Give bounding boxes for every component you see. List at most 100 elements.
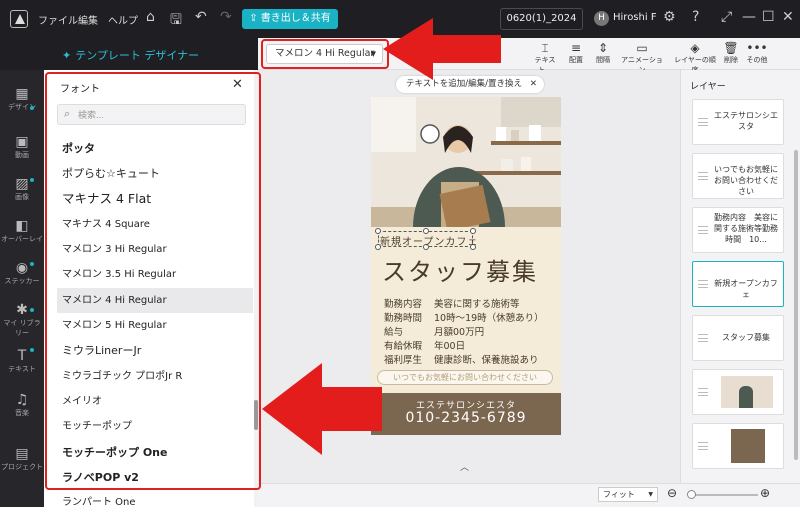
- layer-item[interactable]: [692, 423, 784, 469]
- info-key[interactable]: 給与: [384, 324, 403, 338]
- layer-label: 勤務内容 美容に関する施術等勤務時間 10...: [714, 213, 778, 244]
- rail-item-overlay[interactable]: ◧ オーバーレイ: [0, 218, 44, 244]
- hint-text: テキストを追加/編集/置き換え: [406, 79, 522, 89]
- spacing-icon: ⇕: [597, 41, 609, 55]
- layer-item[interactable]: いつでもお気軽にお問い合わせください: [692, 153, 784, 199]
- annotation-box-font-panel: [45, 72, 261, 490]
- info-key[interactable]: 福利厚生: [384, 352, 422, 366]
- new-dot-badge: [30, 178, 34, 182]
- info-key[interactable]: 勤務時間: [384, 310, 422, 324]
- contact-pill[interactable]: いつでもお気軽にお問い合わせください: [377, 370, 553, 385]
- thumbnail-figure: [739, 386, 753, 408]
- tool-label: その他: [746, 56, 768, 64]
- settings-gear-icon[interactable]: ⚙: [663, 9, 676, 25]
- zoom-dropdown[interactable]: フィット ▼: [598, 487, 658, 502]
- layer-item[interactable]: スタッフ募集: [692, 315, 784, 361]
- tool-more[interactable]: ••• その他: [740, 41, 774, 65]
- new-dot-badge: [30, 106, 34, 110]
- layer-item[interactable]: 勤務内容 美容に関する施術等勤務時間 10...: [692, 207, 784, 253]
- drag-handle-icon[interactable]: [698, 280, 708, 288]
- poster-banner-text[interactable]: 新規オープンカフェ: [380, 233, 478, 248]
- left-rail: ▦ デザイン ▣ 動画 ▨ 画像 ◧ オーバーレイ ◉ ステッカー ✱ マイ リブラリー T…: [0, 70, 44, 507]
- phone-number[interactable]: 010-2345-6789: [371, 410, 561, 426]
- zoom-slider[interactable]: [690, 494, 758, 496]
- info-value[interactable]: 美容に関する施術等: [434, 296, 520, 310]
- drag-handle-icon[interactable]: [698, 442, 708, 450]
- project-title[interactable]: 0620(1)_2024: [500, 8, 583, 30]
- rail-label: ステッカー: [4, 277, 40, 285]
- info-value[interactable]: 年00日: [434, 338, 465, 352]
- layer-item-selected[interactable]: 新規オープンカフェ: [692, 261, 784, 307]
- zoom-slider-knob[interactable]: [687, 490, 696, 499]
- collapse-timeline-icon[interactable]: ︿: [460, 460, 469, 473]
- fullscreen-icon[interactable]: ⤢: [721, 9, 732, 25]
- username[interactable]: Hiroshi F: [613, 12, 657, 23]
- rail-item-text[interactable]: T テキスト: [0, 348, 44, 374]
- help-icon[interactable]: ?: [692, 9, 699, 25]
- tool-label: 削除: [724, 56, 738, 64]
- rail-item-library[interactable]: ✱ マイ リブラリー: [0, 302, 44, 338]
- tool-spacing[interactable]: ⇕ 間隔: [586, 41, 620, 65]
- zoom-value: フィット: [603, 490, 635, 499]
- drag-handle-icon[interactable]: [698, 172, 708, 180]
- layers-scrollbar[interactable]: [794, 150, 798, 460]
- maximize-icon[interactable]: ☐: [762, 9, 775, 25]
- poster-photo[interactable]: [371, 97, 561, 227]
- home-icon[interactable]: ⌂: [146, 9, 155, 25]
- menu-file[interactable]: ファイル: [38, 12, 78, 27]
- rail-item-project[interactable]: ▤ プロジェクト: [0, 446, 44, 472]
- overlay-icon: ◧: [15, 218, 29, 234]
- drag-handle-icon[interactable]: [698, 334, 708, 342]
- close-hint-icon[interactable]: ✕: [530, 76, 537, 93]
- save-icon[interactable]: 🖫: [170, 9, 182, 33]
- animation-icon: ▭: [636, 41, 648, 55]
- layer-thumbnail-shape: [731, 429, 765, 463]
- tool-label: 間隔: [596, 56, 610, 64]
- undo-icon[interactable]: ↶: [195, 9, 207, 25]
- drag-handle-icon[interactable]: [698, 388, 708, 396]
- close-window-icon[interactable]: ✕: [782, 9, 794, 25]
- rail-item-image[interactable]: ▨ 画像: [0, 176, 44, 202]
- zoom-in-icon[interactable]: ⊕: [760, 486, 770, 500]
- drag-handle-icon[interactable]: [698, 118, 708, 126]
- text-box-icon: ⌶: [541, 41, 549, 55]
- rail-label: 動画: [15, 151, 29, 159]
- drag-handle-icon[interactable]: [698, 226, 708, 234]
- rail-item-music[interactable]: ♫ 音楽: [0, 392, 44, 418]
- info-value[interactable]: 健康診断、保養施設あり: [434, 352, 539, 366]
- rail-item-video[interactable]: ▣ 動画: [0, 134, 44, 160]
- info-value[interactable]: 月額00万円: [434, 324, 484, 338]
- video-icon: ▣: [15, 134, 29, 150]
- rail-label: テキスト: [8, 365, 36, 373]
- info-value[interactable]: 10時～19時（休憩あり）: [434, 310, 544, 324]
- rail-item-design[interactable]: ▦ デザイン: [0, 86, 44, 112]
- info-key[interactable]: 勤務内容: [384, 296, 422, 310]
- poster-title[interactable]: スタッフ募集: [382, 252, 538, 287]
- redo-icon[interactable]: ↷: [220, 9, 232, 25]
- chevron-down-icon: ▼: [648, 491, 653, 498]
- layer-label: エステサロンシエスタ: [714, 111, 778, 131]
- layer-item[interactable]: [692, 369, 784, 415]
- library-icon: ✱: [16, 302, 28, 318]
- rail-item-sticker[interactable]: ◉ ステッカー: [0, 260, 44, 286]
- layer-label: スタッフ募集: [722, 333, 770, 342]
- layer-item[interactable]: エステサロンシエスタ: [692, 99, 784, 145]
- rail-label: オーバーレイ: [1, 235, 43, 243]
- layers-title: レイヤー: [690, 82, 726, 92]
- annotation-arrow-left-top: [383, 18, 501, 80]
- rail-label: 音楽: [15, 409, 29, 417]
- minimize-icon[interactable]: —: [742, 9, 756, 25]
- upload-icon: ⇪: [249, 13, 261, 24]
- app-window: ファイル 編集 ヘルプ ⌂ 🖫 ↶ ↷ ⇪ 書き出し＆共有 0620(1)_20…: [0, 0, 800, 507]
- layer-label: いつでもお気軽にお問い合わせください: [714, 165, 778, 196]
- info-key[interactable]: 有給休暇: [384, 338, 422, 352]
- avatar[interactable]: H: [594, 11, 609, 26]
- annotation-arrow-left-bottom: [262, 363, 382, 455]
- font-item[interactable]: ランパート One: [57, 490, 253, 507]
- zoom-out-icon[interactable]: ⊖: [667, 486, 677, 500]
- layer-label: 新規オープンカフェ: [714, 279, 778, 299]
- export-share-button[interactable]: ⇪ 書き出し＆共有: [242, 9, 338, 29]
- annotation-box-font-dropdown: [261, 39, 389, 69]
- menu-edit[interactable]: 編集: [78, 12, 98, 27]
- menu-help[interactable]: ヘルプ: [108, 12, 138, 27]
